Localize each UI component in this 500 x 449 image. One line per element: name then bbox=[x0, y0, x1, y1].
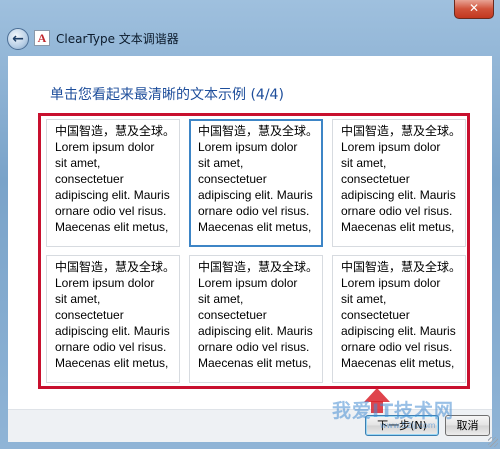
next-button[interactable]: 下一步(N) bbox=[365, 415, 439, 436]
text-sample-4[interactable]: 中国智造，慧及全球。 Lorem ipsum dolor sit amet, c… bbox=[46, 255, 180, 383]
window-frame: ← A ClearType 文本调谐器 ✕ 单击您看起来最清晰的文本示例 (4/… bbox=[0, 0, 500, 449]
back-arrow-icon: ← bbox=[12, 31, 24, 47]
close-icon: ✕ bbox=[468, 1, 480, 15]
text-sample-6[interactable]: 中国智造，慧及全球。 Lorem ipsum dolor sit amet, c… bbox=[332, 255, 466, 383]
annotation-arrow-icon bbox=[364, 388, 390, 402]
sample-chinese-text: 中国智造，慧及全球。 bbox=[198, 124, 319, 138]
title-bar: ← A ClearType 文本调谐器 ✕ bbox=[0, 0, 500, 56]
sample-latin-text: Lorem ipsum dolor sit amet, consectetuer… bbox=[341, 140, 456, 234]
text-sample-grid: 中国智造，慧及全球。 Lorem ipsum dolor sit amet, c… bbox=[46, 119, 466, 387]
annotation-arrow-stem bbox=[371, 401, 383, 413]
sample-chinese-text: 中国智造，慧及全球。 bbox=[55, 260, 176, 274]
text-sample-3[interactable]: 中国智造，慧及全球。 Lorem ipsum dolor sit amet, c… bbox=[332, 119, 466, 247]
sample-chinese-text: 中国智造，慧及全球。 bbox=[55, 124, 176, 138]
sample-latin-text: Lorem ipsum dolor sit amet, consectetuer… bbox=[55, 140, 170, 234]
sample-chinese-text: 中国智造，慧及全球。 bbox=[341, 260, 462, 274]
page-heading: 单击您看起来最清晰的文本示例 (4/4) bbox=[50, 87, 284, 103]
text-sample-1[interactable]: 中国智造，慧及全球。 Lorem ipsum dolor sit amet, c… bbox=[46, 119, 180, 247]
text-sample-2[interactable]: 中国智造，慧及全球。 Lorem ipsum dolor sit amet, c… bbox=[189, 119, 323, 247]
sample-latin-text: Lorem ipsum dolor sit amet, consectetuer… bbox=[341, 276, 456, 370]
wizard-content: 单击您看起来最清晰的文本示例 (4/4) 中国智造，慧及全球。 Lorem ip… bbox=[8, 56, 492, 441]
sample-latin-text: Lorem ipsum dolor sit amet, consectetuer… bbox=[198, 140, 313, 234]
sample-chinese-text: 中国智造，慧及全球。 bbox=[341, 124, 462, 138]
sample-chinese-text: 中国智造，慧及全球。 bbox=[198, 260, 319, 274]
resize-grip[interactable] bbox=[488, 437, 498, 447]
cleartype-app-icon: A bbox=[34, 30, 50, 46]
sample-latin-text: Lorem ipsum dolor sit amet, consectetuer… bbox=[198, 276, 313, 370]
back-button[interactable]: ← bbox=[7, 28, 29, 50]
text-sample-5[interactable]: 中国智造，慧及全球。 Lorem ipsum dolor sit amet, c… bbox=[189, 255, 323, 383]
sample-latin-text: Lorem ipsum dolor sit amet, consectetuer… bbox=[55, 276, 170, 370]
cancel-button[interactable]: 取消 bbox=[445, 415, 490, 436]
close-button[interactable]: ✕ bbox=[454, 0, 494, 19]
window-title: ClearType 文本调谐器 bbox=[56, 32, 179, 46]
